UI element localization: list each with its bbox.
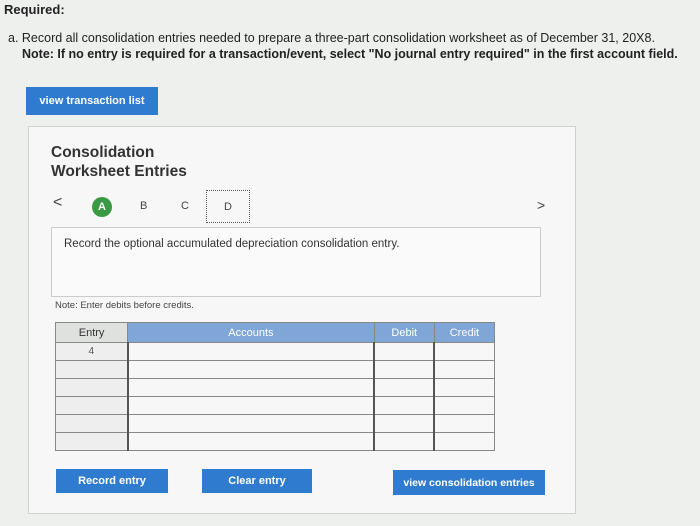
- debit-input[interactable]: [373, 432, 435, 451]
- entry-cell: [54, 414, 129, 433]
- entry-cell: [54, 378, 129, 397]
- consolidation-panel: Consolidation Worksheet Entries < A B C …: [28, 126, 576, 514]
- table-row: 4: [54, 342, 496, 361]
- table-row: [54, 414, 496, 433]
- view-transaction-list-button[interactable]: view transaction list: [26, 87, 158, 115]
- credit-input[interactable]: [433, 378, 496, 397]
- entry-header: Entry: [54, 322, 129, 343]
- debit-input[interactable]: [373, 342, 435, 361]
- required-heading: Required:: [4, 2, 65, 17]
- table-row: [54, 360, 496, 379]
- step-tab-d[interactable]: D: [206, 190, 250, 223]
- credit-input[interactable]: [433, 414, 496, 433]
- debit-input[interactable]: [373, 396, 435, 415]
- credit-input[interactable]: [433, 432, 496, 451]
- accounts-input[interactable]: [126, 432, 375, 451]
- chevron-right-icon[interactable]: >: [537, 197, 545, 213]
- description-box: Record the optional accumulated deprecia…: [51, 227, 541, 297]
- instructions: a. Record all consolidation entries need…: [8, 30, 696, 62]
- debit-header: Debit: [373, 322, 435, 343]
- record-entry-button[interactable]: Record entry: [56, 469, 168, 493]
- accounts-input[interactable]: [126, 378, 375, 397]
- accounts-header: Accounts: [127, 322, 375, 343]
- chevron-left-icon[interactable]: <: [53, 194, 62, 212]
- instruction-note: Note: If no entry is required for a tran…: [22, 47, 678, 61]
- debits-note: Note: Enter debits before credits.: [55, 300, 194, 311]
- debit-input[interactable]: [373, 378, 435, 397]
- debit-input[interactable]: [373, 360, 435, 379]
- debit-input[interactable]: [373, 414, 435, 433]
- accounts-input[interactable]: [126, 396, 375, 415]
- credit-header: Credit: [433, 322, 496, 343]
- table-row: [54, 432, 496, 451]
- table-row: [54, 378, 496, 397]
- panel-title-line2: Worksheet Entries: [51, 163, 187, 180]
- step-tab-b[interactable]: B: [140, 200, 147, 212]
- panel-title-line1: Consolidation: [51, 144, 155, 161]
- accounts-input[interactable]: [126, 360, 375, 379]
- panel-title: Consolidation Worksheet Entries: [51, 143, 187, 181]
- entry-cell: 4: [54, 342, 129, 361]
- credit-input[interactable]: [433, 360, 496, 379]
- credit-input[interactable]: [433, 396, 496, 415]
- credit-input[interactable]: [433, 342, 496, 361]
- accounts-input[interactable]: [126, 342, 375, 361]
- accounts-input[interactable]: [126, 414, 375, 433]
- entry-cell: [54, 432, 129, 451]
- description-text: Record the optional accumulated deprecia…: [64, 238, 400, 250]
- clear-entry-button[interactable]: Clear entry: [202, 469, 312, 493]
- entry-cell: [54, 360, 129, 379]
- table-row: [54, 396, 496, 415]
- step-tab-a[interactable]: A: [92, 197, 112, 217]
- view-consolidation-entries-button[interactable]: view consolidation entries: [393, 470, 545, 495]
- journal-entry-table: Entry Accounts Debit Credit 4: [54, 322, 496, 451]
- entry-cell: [54, 396, 129, 415]
- step-tab-c[interactable]: C: [181, 200, 189, 212]
- instruction-text: a. Record all consolidation entries need…: [8, 31, 655, 45]
